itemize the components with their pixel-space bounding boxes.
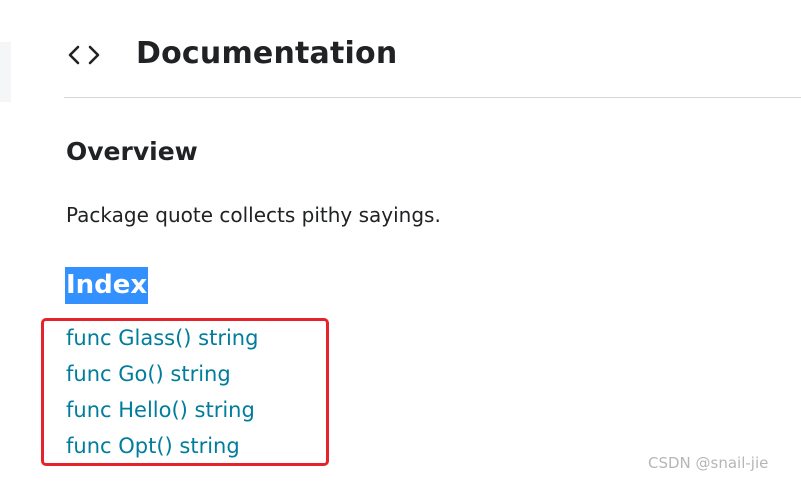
watermark: CSDN @snail-jie <box>648 454 769 472</box>
overview-heading: Overview <box>66 137 198 166</box>
overview-description: Package quote collects pithy sayings. <box>66 203 441 227</box>
index-item: func Glass() string <box>66 320 258 356</box>
left-sidebar-edge <box>0 42 11 102</box>
index-link-hello[interactable]: func Hello() string <box>66 398 255 422</box>
documentation-header: Documentation <box>64 20 801 98</box>
index-link-go[interactable]: func Go() string <box>66 362 231 386</box>
code-icon <box>68 45 100 65</box>
page-title: Documentation <box>136 36 398 71</box>
index-link-glass[interactable]: func Glass() string <box>66 326 258 350</box>
index-heading: Index <box>65 267 149 304</box>
index-item: func Hello() string <box>66 392 258 428</box>
index-item: func Go() string <box>66 356 258 392</box>
index-list: func Glass() string func Go() string fun… <box>66 320 258 464</box>
index-item: func Opt() string <box>66 428 258 464</box>
index-link-opt[interactable]: func Opt() string <box>66 434 240 458</box>
